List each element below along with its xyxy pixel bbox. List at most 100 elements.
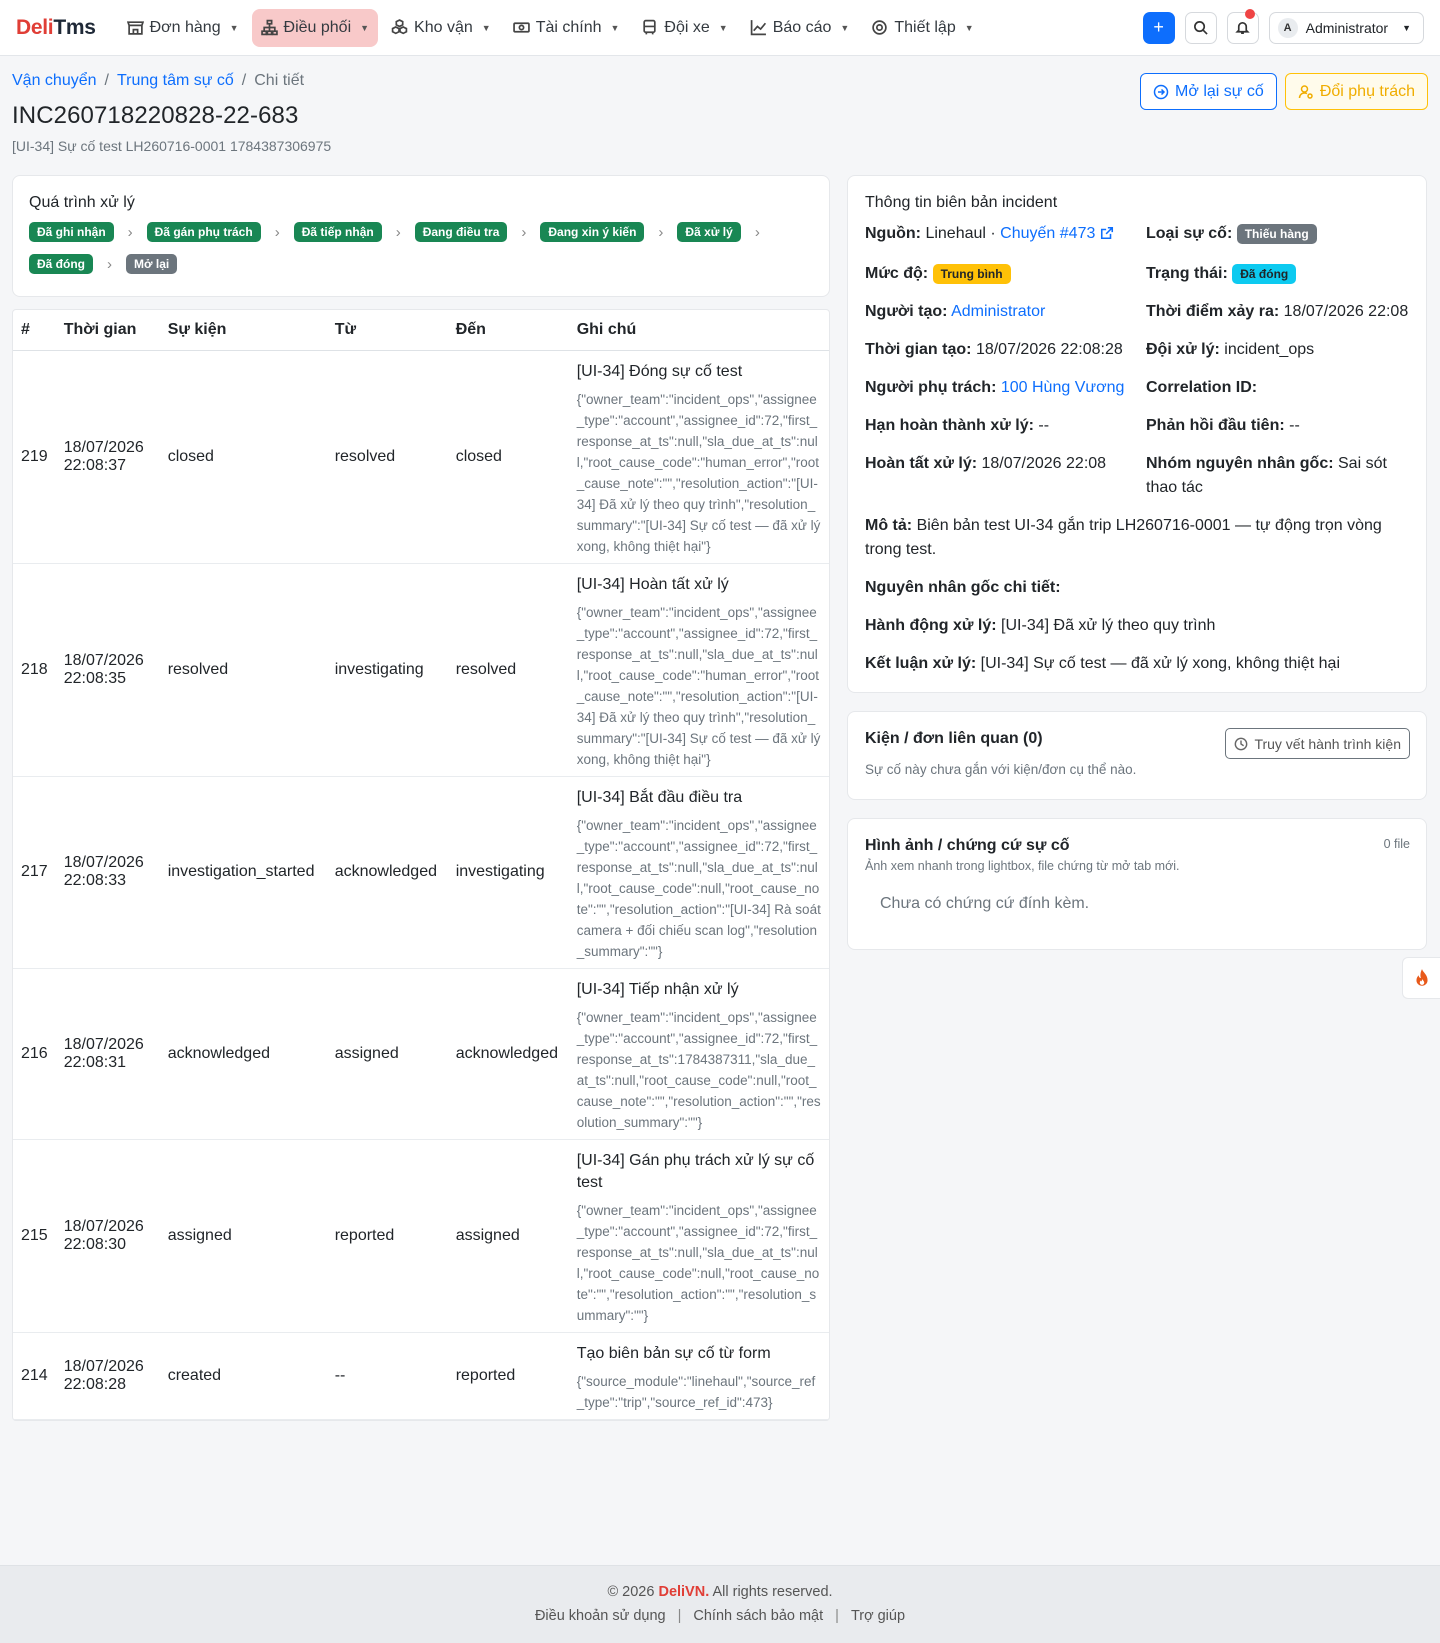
copyright-suffix: All rights reserved.	[712, 1584, 833, 1600]
breadcrumb-incident-center[interactable]: Trung tâm sự cố	[117, 72, 234, 90]
evidence-subtitle: Ảnh xem nhanh trong lightbox, file chứng…	[865, 859, 1180, 873]
footer-link-privacy[interactable]: Chính sách bảo mật	[693, 1608, 823, 1624]
table-row: 216 18/07/2026 22:08:31 acknowledged assi…	[13, 968, 829, 1140]
quick-add-button[interactable]: +	[1142, 11, 1175, 44]
cell-clock: 22:08:31	[63, 1053, 126, 1071]
note-json: {"owner_team":"incident_ops","assignee_t…	[576, 1202, 820, 1323]
chevron-down-icon: ▼	[229, 22, 239, 33]
trace-journey-label: Truy vết hành trình kiện	[1254, 735, 1401, 752]
chevron-right-icon: ›	[754, 223, 760, 241]
brand-logo[interactable]: DeliTms	[16, 16, 96, 40]
nav-right-tools: + A Administrator ▼	[1142, 8, 1424, 44]
process-step: Mở lại	[126, 254, 178, 274]
info-created: Thời gian tạo: 18/07/2026 22:08:28	[865, 338, 1146, 362]
nav-warehouse[interactable]: Kho vận ▼	[382, 9, 500, 47]
external-link-icon[interactable]	[1100, 224, 1114, 248]
table-row: 218 18/07/2026 22:08:35 resolved investig…	[13, 563, 829, 777]
user-menu[interactable]: A Administrator ▼	[1268, 11, 1424, 44]
chevron-down-icon: ▼	[481, 22, 491, 33]
owner-link[interactable]: 100 Hùng Vương	[1001, 379, 1125, 396]
note-title: [UI-34] Đóng sự cố test	[576, 362, 743, 380]
info-conclusion: Kết luận xử lý: [UI-34] Sự cố test — đã …	[865, 652, 1410, 676]
breadcrumb-transport[interactable]: Vận chuyển	[12, 72, 97, 90]
chevron-right-icon: ›	[521, 223, 527, 241]
cell-id: 217	[13, 776, 56, 969]
cell-id: 214	[13, 1332, 56, 1420]
cell-note: [UI-34] Đóng sự cố test {"owner_team":"in…	[568, 350, 829, 564]
cash-icon	[512, 22, 530, 33]
info-owner-label: Người phụ trách:	[865, 379, 997, 396]
info-deadline: Hạn hoàn thành xử lý: --	[865, 414, 1146, 438]
note-title: [UI-34] Gán phụ trách xử lý sự cố test	[576, 1151, 815, 1191]
info-title: Thông tin biên bản incident	[865, 194, 1058, 211]
chevron-right-icon: ›	[274, 223, 280, 241]
footer-link-terms[interactable]: Điều khoản sử dụng	[535, 1608, 666, 1624]
cell-to: assigned	[447, 1139, 569, 1333]
process-step: Đang điều tra ›	[414, 222, 541, 242]
cell-id: 215	[13, 1139, 56, 1333]
reassign-owner-button[interactable]: Đổi phụ trách	[1284, 73, 1428, 110]
table-header-row: # Thời gian Sự kiện Từ Đến Ghi chú	[13, 310, 829, 351]
process-steps: Đã ghi nhận › Đã gán phụ trách › Đã tiếp n…	[29, 222, 813, 274]
evidence-empty-text: Chưa có chứng cứ đính kèm.	[880, 895, 1090, 912]
nav-settings[interactable]: Thiết lập ▼	[862, 9, 982, 47]
floating-hot-tab[interactable]	[1402, 957, 1440, 999]
col-header-to: Đến	[447, 310, 569, 351]
info-deadline-value: --	[1038, 417, 1050, 434]
nav-dispatch-label: Điều phối	[283, 18, 352, 36]
nav-warehouse-label: Kho vận	[414, 18, 473, 36]
info-action-value: [UI-34] Đã xử lý theo quy trình	[1001, 617, 1216, 634]
right-column: Thông tin biên bản incident Nguồn: Lineh…	[847, 175, 1427, 950]
footer-separator: |	[677, 1608, 682, 1624]
copyright-prefix: © 2026	[607, 1584, 655, 1600]
info-description: Mô tả: Biên bản test UI-34 gắn trip LH26…	[865, 514, 1410, 562]
notifications-button[interactable]	[1226, 8, 1259, 44]
reopen-incident-button[interactable]: Mở lại sự cố	[1140, 73, 1277, 110]
nav-orders[interactable]: Đơn hàng ▼	[118, 9, 248, 47]
info-created-label: Thời gian tạo:	[865, 341, 972, 358]
footer-links: Điều khoản sử dụng | Chính sách bảo mật …	[0, 1608, 1440, 1624]
nav-fleet[interactable]: Đội xe ▼	[632, 9, 736, 47]
step-badge: Đã xử lý	[677, 222, 741, 242]
col-header-id: #	[13, 310, 56, 351]
footer-link-help[interactable]: Trợ giúp	[851, 1608, 905, 1624]
info-description-value: Biên bản test UI-34 gắn trip LH260716-00…	[865, 517, 1382, 558]
cell-from: investigating	[326, 563, 448, 777]
cell-note: [UI-34] Bắt đầu điều tra {"owner_team":"i…	[568, 776, 829, 969]
related-items-card: Kiện / đơn liên quan (0) Truy vết hành t…	[847, 711, 1427, 800]
brand-part1: Deli	[16, 15, 54, 39]
nav-settings-label: Thiết lập	[894, 18, 956, 36]
info-occurred-label: Thời điểm xảy ra:	[1146, 303, 1280, 320]
graph-up-icon	[750, 20, 766, 36]
info-root-detail-label: Nguyên nhân gốc chi tiết:	[865, 579, 1061, 596]
cell-time: 18/07/2026 22:08:30	[55, 1139, 160, 1333]
cell-from: reported	[326, 1139, 448, 1333]
avatar: A	[1277, 17, 1298, 38]
info-creator: Người tạo: Administrator	[865, 300, 1146, 324]
step-badge: Đã gán phụ trách	[146, 222, 261, 242]
footer: © 2026 DeliVN. All rights reserved. Điều…	[0, 1565, 1440, 1643]
cell-from: acknowledged	[326, 776, 448, 969]
info-status-label: Trạng thái:	[1146, 265, 1228, 282]
table-row: 217 18/07/2026 22:08:33 investigation_sta…	[13, 776, 829, 969]
notification-dot	[1244, 8, 1255, 19]
top-navbar: DeliTms Đơn hàng ▼ Điều phối ▼ Kho vận ▼…	[0, 0, 1440, 56]
info-created-value: 18/07/2026 22:08:28	[975, 341, 1123, 358]
note-title: [UI-34] Hoàn tất xử lý	[576, 575, 729, 593]
nav-dispatch[interactable]: Điều phối ▼	[251, 8, 379, 47]
type-badge: Thiếu hàng	[1236, 224, 1317, 244]
incident-info-card: Thông tin biên bản incident Nguồn: Lineh…	[847, 175, 1427, 693]
cell-date: 18/07/2026	[63, 1357, 144, 1375]
trace-journey-button[interactable]: Truy vết hành trình kiện	[1225, 728, 1410, 759]
info-status: Trạng thái: Đã đóng	[1146, 262, 1410, 286]
trip-link[interactable]: Chuyến #473	[1000, 225, 1095, 242]
nav-reports[interactable]: Báo cáo ▼	[741, 9, 859, 47]
cell-date: 18/07/2026	[63, 854, 144, 871]
nav-reports-label: Báo cáo	[772, 18, 832, 36]
creator-link[interactable]: Administrator	[951, 303, 1045, 320]
chevron-down-icon: ▼	[840, 22, 850, 33]
nav-finance[interactable]: Tài chính ▼	[504, 9, 629, 47]
reopen-incident-label: Mở lại sự cố	[1175, 82, 1264, 100]
cell-id: 216	[13, 968, 56, 1140]
search-button[interactable]	[1184, 11, 1217, 44]
